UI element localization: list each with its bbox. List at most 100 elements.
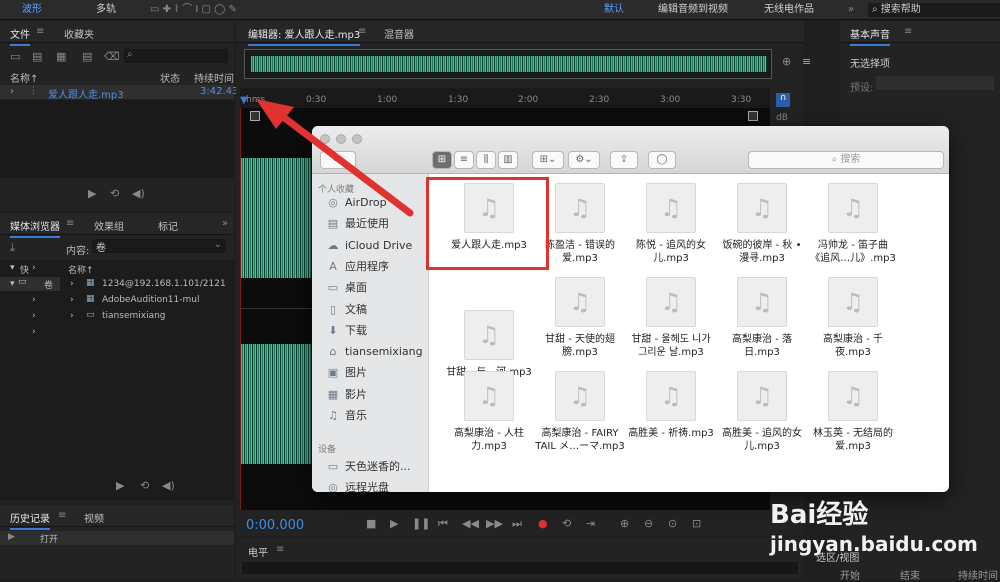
sidebar-item[interactable]: A 应用程序 <box>326 258 389 276</box>
list-item[interactable]: › ▦ 1234@192.168.1.101/2121 <box>60 277 234 291</box>
menu-icon[interactable]: ≡ <box>66 218 74 229</box>
column-name[interactable]: 名称↑ <box>10 70 38 85</box>
workspace-edit-video[interactable]: 编辑音频到视频 <box>658 3 728 17</box>
sidebar-item[interactable]: ▦ 影片 <box>326 386 367 404</box>
expand-icon[interactable]: › <box>10 86 14 97</box>
loop-icon[interactable]: ⟲ <box>562 517 571 530</box>
gear-icon[interactable]: ⚙⌄ <box>568 151 600 169</box>
file-item[interactable]: ♫ 高梨康治 - 人柱 力.mp3 <box>439 371 539 453</box>
sidebar-item[interactable]: ⬇ 下载 <box>326 322 367 340</box>
tab-favorites[interactable]: 收藏夹 <box>64 26 94 41</box>
expand-icon[interactable]: ▾ <box>10 263 15 273</box>
insert-icon[interactable]: ▤ <box>82 50 92 63</box>
file-item[interactable]: ♫ 林玉英 - 无结局的 爱.mp3 <box>803 371 903 453</box>
help-search-input[interactable]: ⌕ 搜索帮助 <box>868 3 1000 17</box>
tab-markers[interactable]: 标记 <box>158 218 178 233</box>
sidebar-item[interactable]: ◎ 远程光盘 <box>326 479 389 492</box>
tab-effects-group[interactable]: 效果组 <box>94 218 124 233</box>
content-select[interactable]: 卷 ⌄ <box>92 239 226 254</box>
workspace-radio[interactable]: 无线电作品 <box>764 3 814 17</box>
zoom-icon[interactable]: ⊕ <box>782 55 791 68</box>
pause-icon[interactable]: ❚❚ <box>412 517 430 530</box>
file-item[interactable]: ♫甘甜 - 与…河.mp3 <box>439 310 539 379</box>
sidebar-item[interactable]: ▣ 图片 <box>326 364 367 382</box>
file-item[interactable]: ♫ 甘甜 - 울헤도 니가 그리운 날.mp3 <box>621 277 721 359</box>
file-item[interactable]: ♫ 甘甜 - 天使的翅 膀.mp3 <box>530 277 630 359</box>
skip-start-icon[interactable]: ⏮ <box>438 517 448 531</box>
file-item[interactable]: ♫ 高梨康治 - 落 日.mp3 <box>712 277 812 359</box>
zoom-full-icon[interactable]: ⊡ <box>692 517 701 530</box>
sidebar-item[interactable]: ☁ iCloud Drive <box>326 237 413 255</box>
sidebar-item[interactable]: ▯ 文稿 <box>326 301 367 319</box>
tab-video[interactable]: 视频 <box>84 510 104 525</box>
import-icon[interactable]: ▤ <box>32 50 42 63</box>
volume-icon[interactable]: ◀) <box>162 479 175 492</box>
expand-icon[interactable]: › <box>32 311 36 321</box>
history-row[interactable]: ▶ 打开 <box>0 531 234 545</box>
tab-files[interactable]: 文件 <box>10 26 30 46</box>
cover-flow-button[interactable]: ▥ <box>498 151 518 169</box>
loop-icon[interactable]: ⟲ <box>110 187 119 200</box>
list-item[interactable]: › ▭ tiansemixiang <box>60 309 234 323</box>
list-icon[interactable]: ≡ <box>802 55 811 68</box>
tree-row-volumes[interactable]: ▾ ▭ 卷 <box>0 277 60 291</box>
fade-out-handle[interactable] <box>748 111 758 121</box>
download-icon[interactable]: ⤓ <box>10 241 15 255</box>
menu-icon[interactable]: ≡ <box>358 26 366 37</box>
new-file-icon[interactable]: ▦ <box>56 50 66 63</box>
fast-forward-icon[interactable]: ▶▶ <box>486 517 503 530</box>
chevron-right-icon[interactable]: » <box>848 3 854 17</box>
arrange-button[interactable]: ⊞⌄ <box>532 151 564 169</box>
sidebar-item[interactable]: ⌂ tiansemixiang <box>326 343 423 361</box>
overview-waveform[interactable] <box>244 49 772 79</box>
file-item[interactable]: ♫ 饭碗的彼岸 - 秋 • 漫寻.mp3 <box>712 183 812 265</box>
workspace-default[interactable]: 默认 <box>604 3 624 17</box>
zoom-in-icon[interactable]: ⊕ <box>620 517 629 530</box>
loop-icon[interactable]: ⟲ <box>140 479 149 492</box>
menu-icon[interactable]: ≡ <box>276 544 284 555</box>
sidebar-item[interactable]: ▭ 天色迷香的... <box>326 458 411 476</box>
expand-icon[interactable]: › <box>32 327 36 337</box>
zoom-selection-icon[interactable]: ⊙ <box>668 517 677 530</box>
file-item[interactable]: ♫ 冯帅龙 - 笛子曲 《追风…儿》.mp3 <box>803 183 903 265</box>
tag-icon[interactable]: ◯ <box>648 151 676 169</box>
play-icon[interactable]: ▶ <box>390 517 398 530</box>
tab-media-browser[interactable]: 媒体浏览器 <box>10 218 60 238</box>
record-icon[interactable]: ● <box>538 517 548 530</box>
essential-sound-title[interactable]: 基本声音 <box>850 26 890 46</box>
menu-icon[interactable]: ≡ <box>904 26 912 37</box>
menu-icon[interactable]: ≡ <box>36 26 44 37</box>
chevron-right-icon[interactable]: › <box>32 263 36 273</box>
chevron-right-icon[interactable]: » <box>222 218 228 229</box>
file-row[interactable]: › ⫶ 爱人跟人走.mp3 3:42.43 <box>0 85 238 101</box>
zoom-out-icon[interactable]: ⊖ <box>644 517 653 530</box>
menu-icon[interactable]: ≡ <box>58 510 66 521</box>
sidebar-item[interactable]: ♫ 音乐 <box>326 407 367 425</box>
tab-editor[interactable]: 编辑器: 爱人跟人走.mp3 <box>248 26 361 46</box>
tab-history[interactable]: 历史记录 <box>10 510 50 530</box>
share-icon[interactable]: ⇪ <box>610 151 638 169</box>
list-view-button[interactable]: ≡ <box>454 151 474 169</box>
sidebar-item[interactable]: ▭ 桌面 <box>326 279 367 297</box>
tab-mixer[interactable]: 混音器 <box>384 26 414 41</box>
stop-icon[interactable]: ■ <box>366 517 376 530</box>
column-duration[interactable]: 持续时间 <box>194 70 234 85</box>
preset-select[interactable] <box>876 76 994 90</box>
file-item[interactable]: ♫ 高胜美 - 追风的女 儿.mp3 <box>712 371 812 453</box>
icon-view-button[interactable]: ⊞ <box>432 151 452 169</box>
waveform-mode-button[interactable]: 波形 <box>22 3 42 17</box>
finder-search-input[interactable]: ⌕ 搜索 <box>748 151 944 169</box>
column-view-button[interactable]: ⫼ <box>476 151 496 169</box>
file-item[interactable]: ♫ 高梨康治 - FAIRY TAIL メ…ーマ.mp3 <box>530 371 630 453</box>
expand-icon[interactable]: › <box>32 295 36 305</box>
open-file-icon[interactable]: ▭ <box>10 50 20 63</box>
list-item[interactable]: › ▦ AdobeAudition11-mul <box>60 293 234 307</box>
file-search-input[interactable]: ⌕ <box>124 49 228 63</box>
file-item[interactable]: ♫ 高梨康治 - 千 夜.mp3 <box>803 277 903 359</box>
volume-icon[interactable]: ◀) <box>132 187 145 200</box>
play-icon[interactable]: ▶ <box>88 187 96 200</box>
multitrack-mode-button[interactable]: 多轨 <box>96 3 116 17</box>
skip-icon[interactable]: ⇥ <box>586 517 595 530</box>
column-status[interactable]: 状态 <box>160 70 180 85</box>
play-icon[interactable]: ▶ <box>116 479 124 492</box>
